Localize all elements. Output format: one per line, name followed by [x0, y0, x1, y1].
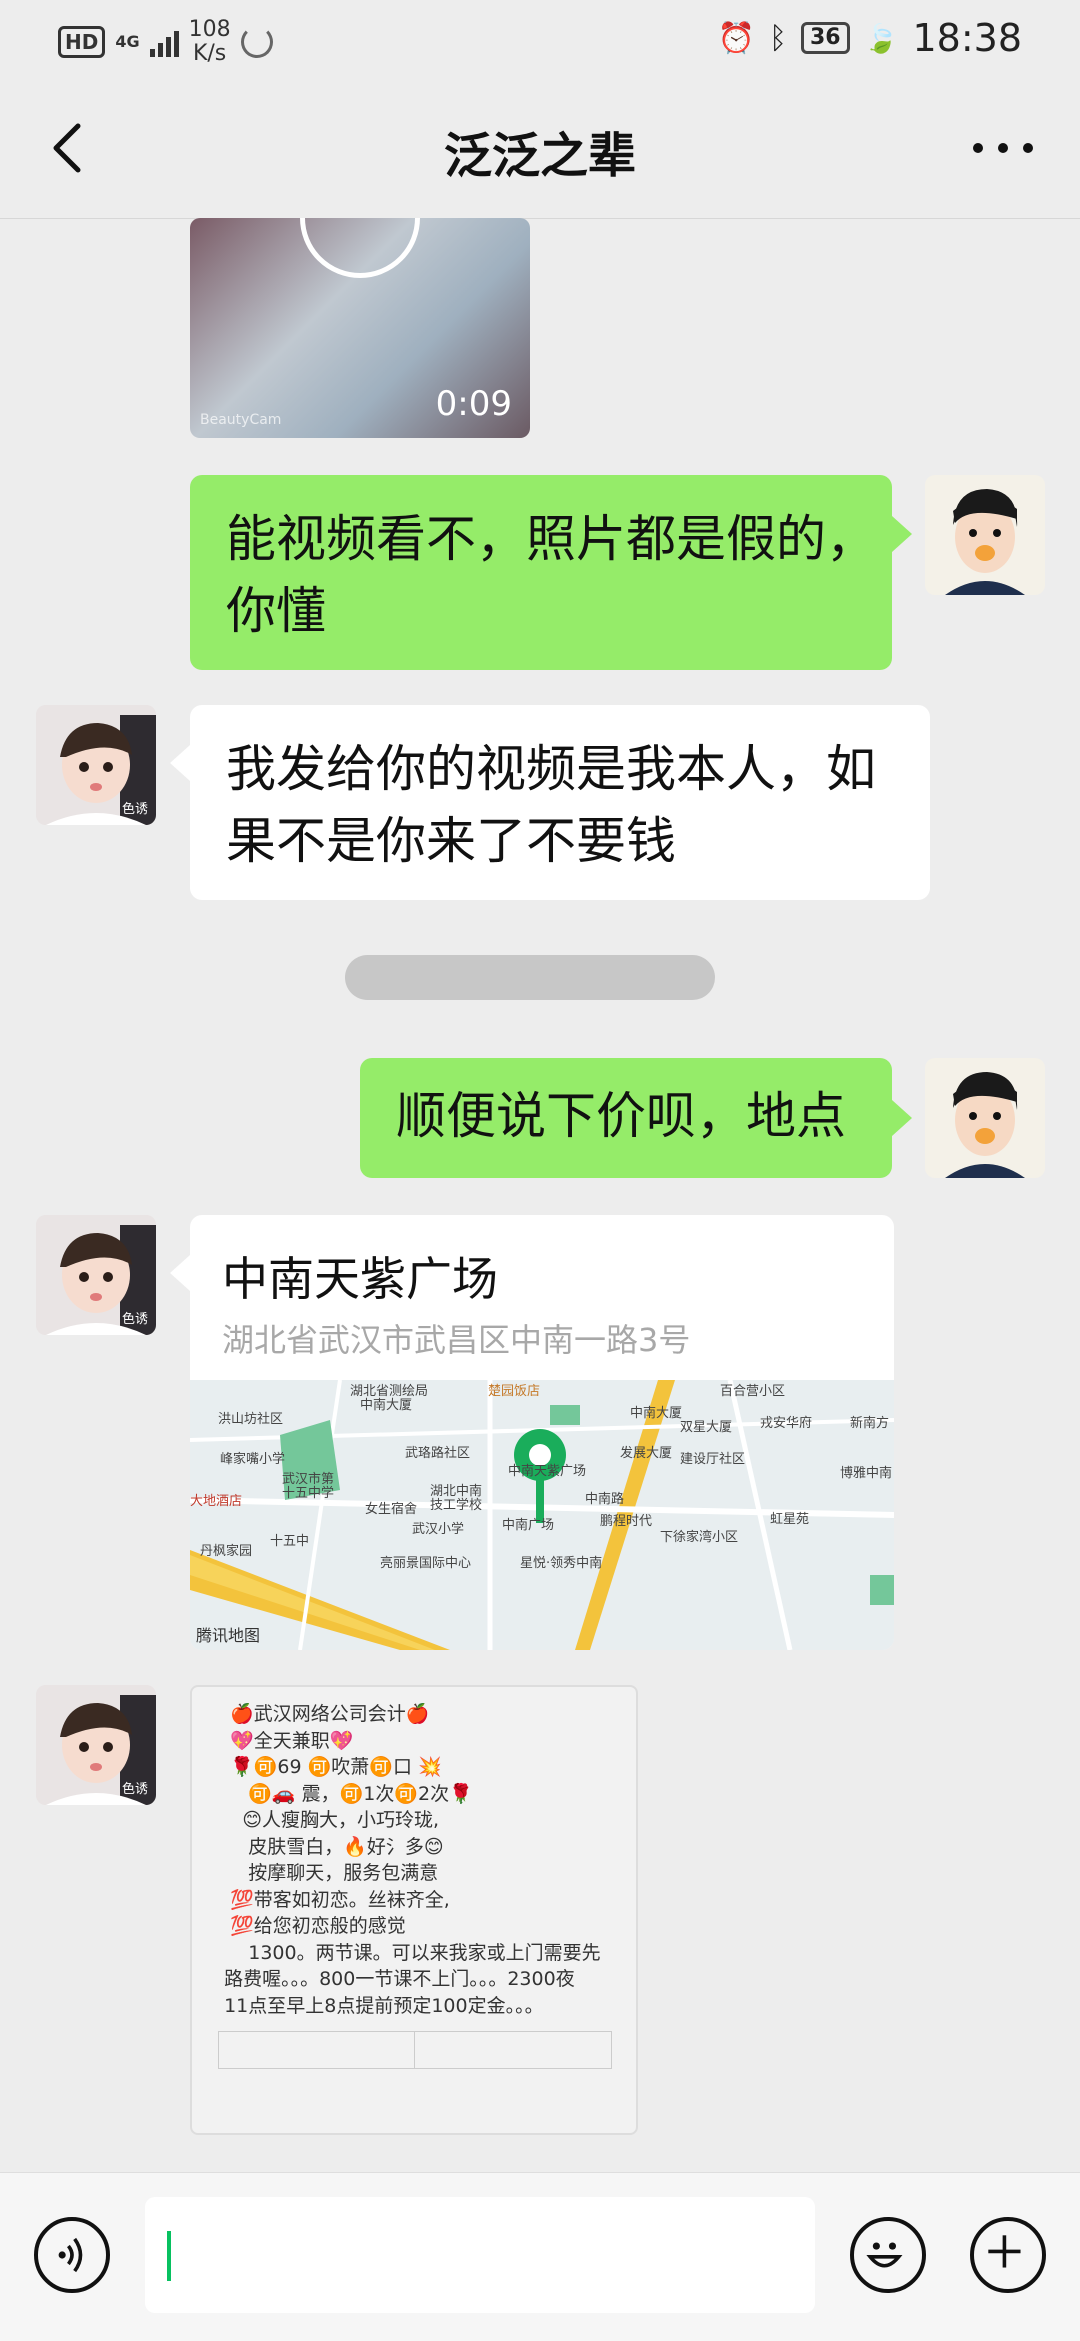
- location-name: 中南天紫广场: [222, 1252, 498, 1306]
- clock: 18:38: [912, 16, 1022, 60]
- message-bubble-sent[interactable]: 能视频看不，照片都是假的， 你懂: [190, 475, 892, 670]
- map-label: 虹星苑: [770, 1512, 810, 1527]
- map-label: 武汉小学: [412, 1522, 465, 1537]
- chat-title: 泛泛之辈: [443, 128, 636, 184]
- map-label: 建设厅社区: [680, 1452, 746, 1467]
- avatar-contact[interactable]: 色诱: [36, 1215, 156, 1335]
- bubble-tail: [892, 516, 912, 552]
- empty-table: [218, 2031, 612, 2069]
- map-label: 女生宿舍: [365, 1502, 418, 1517]
- bluetooth-icon: ᛒ: [768, 20, 787, 56]
- plus-icon[interactable]: [970, 2217, 1046, 2293]
- leaf-icon: 🍃: [863, 21, 899, 55]
- promo-line: 🍎武汉网络公司会计🍎: [212, 1703, 430, 1725]
- map-label: 中南路: [585, 1492, 625, 1507]
- promo-line: 😊人瘦胸大，小巧玲珑,: [212, 1809, 440, 1831]
- promo-line: 1300。两节课。可以来我家或上门需要先: [212, 1941, 601, 1964]
- video-message[interactable]: BeautyCam 0:09: [190, 218, 530, 438]
- map-label: 丹枫家园: [200, 1544, 253, 1559]
- hd-badge: HD: [58, 26, 106, 58]
- promo-line: 按摩聊天，服务包满意: [212, 1862, 439, 1884]
- map-label: 新南方: [850, 1416, 890, 1431]
- avatar-self[interactable]: [925, 1058, 1045, 1178]
- location-address: 湖北省武汉市武昌区中南一路3号: [222, 1321, 691, 1359]
- map-label: 技工学校: [430, 1498, 483, 1513]
- bubble-tail: [170, 745, 190, 781]
- avatar-contact[interactable]: 色诱: [36, 705, 156, 825]
- promo-line: 💯带客如初恋。丝袜齐全,: [212, 1888, 450, 1911]
- message-bubble-received[interactable]: 我发给你的视频是我本人，如 果不是你来了不要钱: [190, 705, 930, 900]
- map-thumbnail[interactable]: 洪山坊社区 湖北省测绘局 中南大厦 楚园饭店 百合营小区 中南大厦 双星大厦 戎…: [190, 1380, 894, 1650]
- input-bar: [0, 2172, 1080, 2341]
- network-type: 4G: [115, 32, 140, 51]
- map-label: 中南广场: [502, 1518, 555, 1533]
- map-label: 中南大厦: [630, 1406, 683, 1421]
- status-bar: HD 4G 108 K/s ⏰ ᛒ 36 🍃 18:38: [0, 0, 1080, 78]
- message-bubble-sent[interactable]: 顺便说下价呗，地点: [360, 1058, 892, 1178]
- map-label: 发展大厦: [620, 1446, 673, 1461]
- map-label: 星悦·领秀中南: [520, 1556, 603, 1571]
- promo-line: 路费喔。。。800一节课不上门。。。2300夜: [212, 1968, 575, 1990]
- battery-icon: 36: [800, 22, 850, 54]
- play-icon[interactable]: [300, 218, 420, 278]
- map-label: 十五中: [270, 1534, 310, 1549]
- promo-line: 11点至早上8点提前预定100定金。。。: [212, 1994, 544, 2017]
- promo-line: 💖全天兼职💖: [212, 1729, 354, 1752]
- promo-line: 皮肤雪白，🔥好氵多😊: [212, 1835, 444, 1858]
- avatar-contact[interactable]: 色诱: [36, 1685, 156, 1805]
- message-input[interactable]: [145, 2197, 815, 2313]
- avatar-label: 色诱: [121, 802, 148, 817]
- map-label: 洪山坊社区: [218, 1412, 284, 1427]
- redacted-timestamp: [345, 955, 715, 1000]
- voice-icon[interactable]: [34, 2217, 110, 2293]
- loading-icon: [240, 26, 273, 58]
- map-label: 楚园饭店: [488, 1384, 541, 1399]
- avatar-label: 色诱: [121, 1312, 148, 1327]
- location-card[interactable]: 中南天紫广场 湖北省武汉市武昌区中南一路3号 洪山坊社区 湖北省测绘局 中南大厦…: [190, 1215, 894, 1650]
- map-label: 中南大厦: [360, 1398, 413, 1413]
- video-duration: 0:09: [435, 384, 512, 424]
- map-label: 百合营小区: [720, 1384, 786, 1399]
- map-label: 峰家嘴小学: [220, 1452, 286, 1467]
- more-icon[interactable]: [968, 128, 1038, 168]
- map-label: 戎安华府: [760, 1416, 813, 1431]
- map-label: 鹏程时代: [600, 1514, 653, 1529]
- signal-icon: [149, 27, 179, 57]
- promo-line: 🉑🚗 震，🉑1次🉑2次🌹: [212, 1782, 473, 1805]
- promo-line: 🌹🉑69 🉑吹萧🉑口 💥: [212, 1756, 442, 1778]
- chat-header: 泛泛之辈: [0, 78, 1080, 219]
- map-label: 亮丽景国际中心: [380, 1556, 472, 1571]
- emoji-icon[interactable]: [850, 2217, 926, 2293]
- video-watermark: BeautyCam: [200, 412, 282, 428]
- alarm-icon: ⏰: [717, 20, 755, 56]
- map-label: 博雅中南: [840, 1466, 893, 1481]
- map-label: 中南天紫广场: [508, 1464, 587, 1479]
- map-label: 双星大厦: [680, 1420, 733, 1435]
- avatar-self[interactable]: [925, 475, 1045, 595]
- map-label: 十五中学: [282, 1486, 335, 1501]
- avatar-label: 色诱: [121, 1782, 148, 1797]
- promo-line: 💯给您初恋般的感觉: [212, 1915, 406, 1937]
- bubble-tail: [170, 1255, 190, 1291]
- bubble-tail: [892, 1100, 912, 1136]
- map-label: 大地酒店: [190, 1494, 243, 1509]
- map-label: 下徐家湾小区: [660, 1530, 739, 1545]
- image-message[interactable]: 🍎武汉网络公司会计🍎 💖全天兼职💖 🌹🉑69 🉑吹萧🉑口 💥 🉑🚗 震，🉑1次🉑…: [190, 1685, 638, 2135]
- network-speed: 108 K/s: [188, 17, 231, 66]
- map-provider-logo: 腾讯地图: [196, 1626, 261, 1645]
- map-label: 武珞路社区: [405, 1446, 471, 1461]
- text-caret: [167, 2231, 171, 2281]
